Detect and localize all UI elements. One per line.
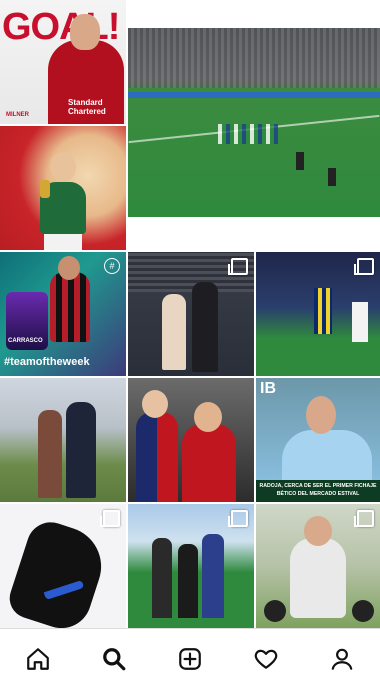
woman-figure <box>38 410 62 498</box>
player-dark-1 <box>296 152 304 170</box>
players-cluster <box>218 124 278 144</box>
person-2 <box>178 544 198 618</box>
tab-home[interactable] <box>18 639 58 679</box>
player-right-head <box>194 402 222 432</box>
ad-board <box>128 92 380 98</box>
igtv-icon: # <box>104 258 120 274</box>
home-icon <box>27 648 49 670</box>
kid-head <box>50 152 76 182</box>
person-1 <box>152 538 172 618</box>
heart-icon <box>254 649 278 669</box>
bottom-tab-bar <box>0 628 380 689</box>
player-head <box>70 14 100 50</box>
fifa-player-name: CARRASCO <box>8 338 43 344</box>
fifa-player-head <box>58 256 80 280</box>
brand-text: MILNER <box>6 112 29 118</box>
post-fifa-team-of-the-week[interactable]: CARRASCO #teamoftheweek # <box>0 252 126 376</box>
post-goalkeeper[interactable] <box>256 504 380 628</box>
post-celta-news[interactable]: IB RADOJA, CERCA DE SER EL PRIMER FICHAJ… <box>256 378 380 502</box>
post-couple-stadium[interactable] <box>128 252 254 376</box>
search-icon <box>103 648 126 671</box>
post-couple-outdoor[interactable] <box>0 378 126 502</box>
post-kid-trophy[interactable] <box>0 126 126 250</box>
trophy <box>40 180 50 198</box>
fifa-hashtag: #teamoftheweek <box>4 356 90 368</box>
add-post-icon <box>179 648 201 670</box>
news-logo: IB <box>260 380 276 397</box>
stadium-stands <box>128 28 380 88</box>
player-right <box>182 424 236 502</box>
player-white <box>352 302 368 342</box>
woman-figure <box>162 294 186 370</box>
player-head <box>306 396 336 434</box>
post-nike-glove[interactable] <box>0 504 126 628</box>
player-dark-2 <box>328 168 336 186</box>
keeper-glove-right <box>352 600 374 622</box>
man-figure <box>66 402 96 498</box>
tab-new-post[interactable] <box>170 639 210 679</box>
post-match-video[interactable] <box>128 28 380 217</box>
multi-post-icon <box>354 258 374 275</box>
multi-post-icon <box>354 510 374 527</box>
player-figure <box>282 430 372 480</box>
player-left <box>136 412 178 502</box>
kid-shorts <box>44 234 82 250</box>
news-caption: RADOJA, CERCA DE SER EL PRIMER FICHAJE B… <box>259 483 377 497</box>
person-3 <box>202 534 224 618</box>
profile-icon <box>331 648 353 670</box>
tab-activity[interactable] <box>246 639 286 679</box>
tab-search[interactable] <box>94 639 134 679</box>
sponsor-text: Standard Chartered <box>68 98 106 116</box>
keeper-glove-left <box>264 600 286 622</box>
post-goal-milner[interactable]: GOAL! Standard Chartered MILNER <box>0 0 126 124</box>
multi-post-icon <box>228 258 248 275</box>
post-cska-players[interactable] <box>128 378 254 502</box>
player-yellow <box>314 288 332 334</box>
post-group-pitch[interactable] <box>128 504 254 628</box>
keeper-body <box>290 538 346 618</box>
player-left-head <box>142 390 168 418</box>
post-fenerbahce-action[interactable] <box>256 252 380 376</box>
man-figure <box>192 282 218 372</box>
keeper-head <box>304 516 332 546</box>
multi-post-icon <box>228 510 248 527</box>
tab-profile[interactable] <box>322 639 362 679</box>
fifa-player-figure <box>50 272 90 342</box>
multi-post-icon <box>100 510 120 527</box>
